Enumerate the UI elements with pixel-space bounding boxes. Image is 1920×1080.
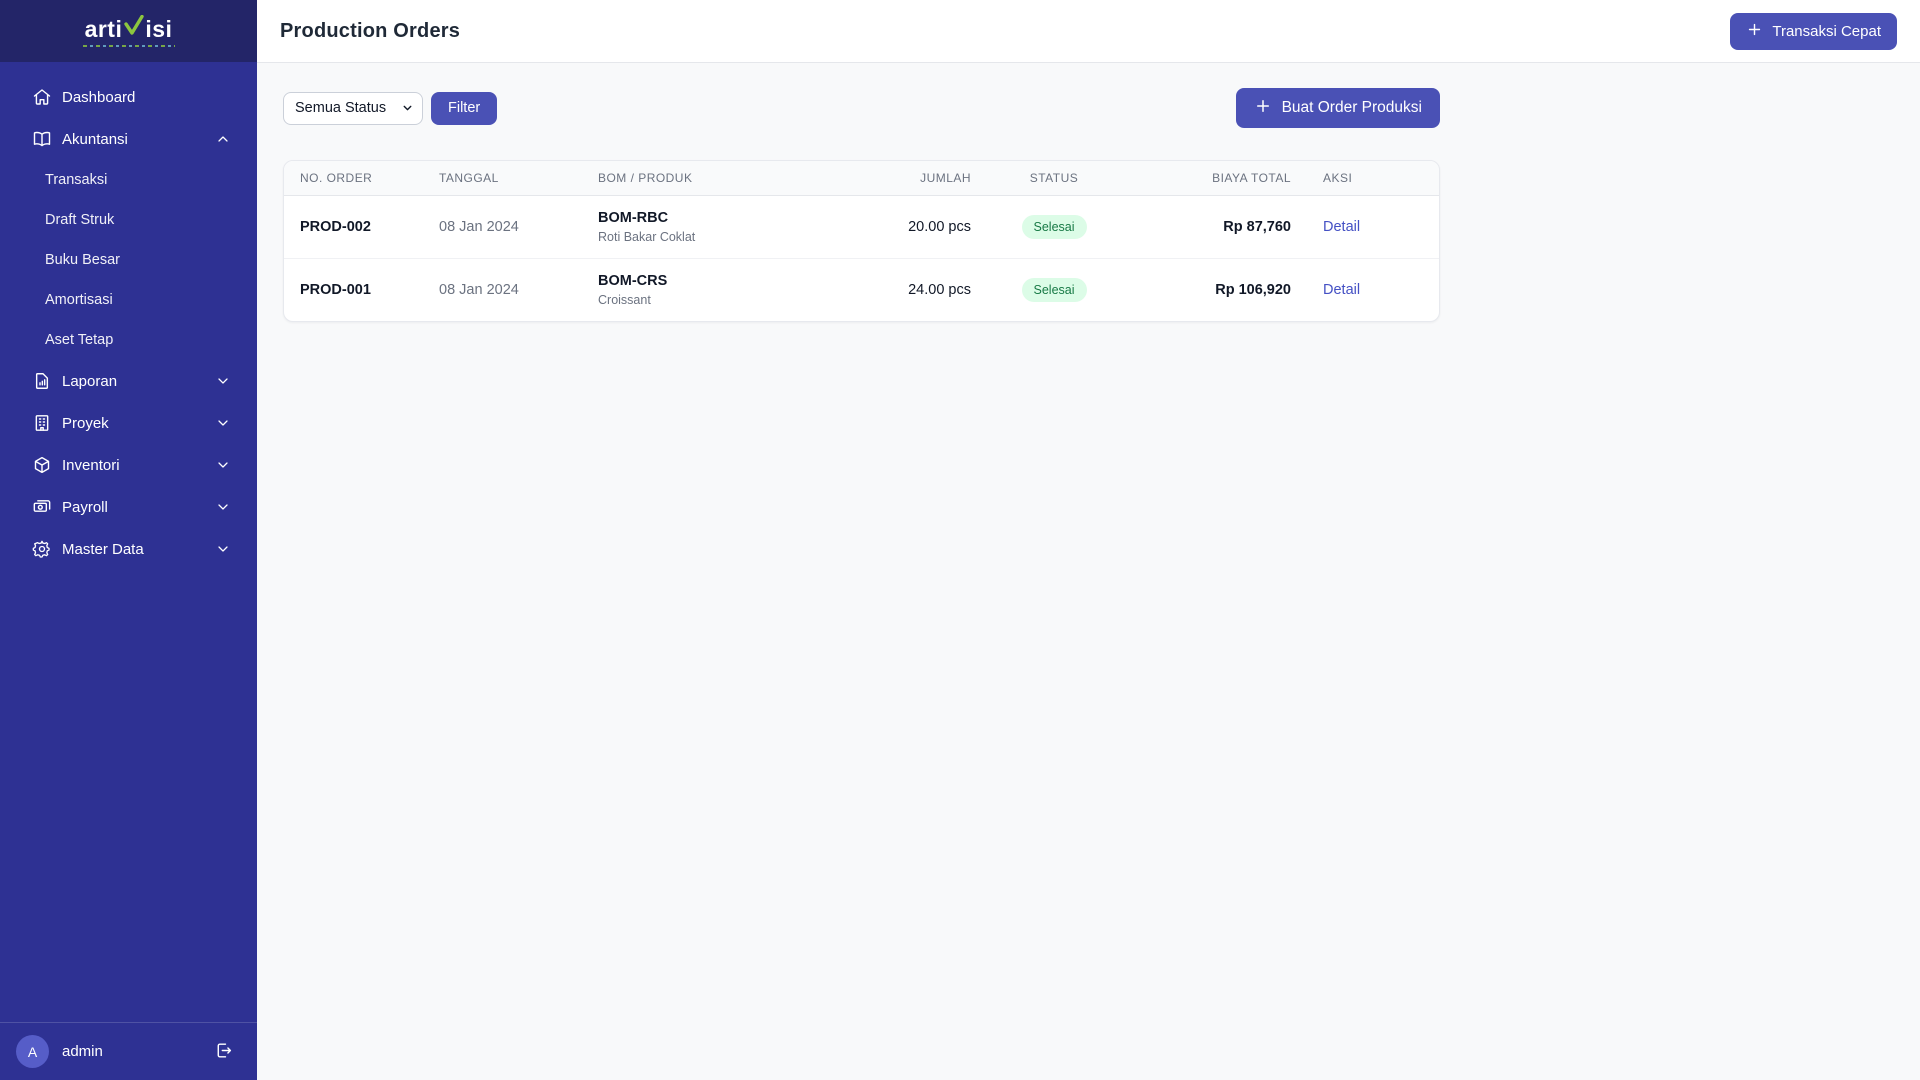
cell-tanggal: 08 Jan 2024	[439, 282, 519, 298]
sidebar: arti isi Dashboard Akuntansi Transaksi D…	[0, 0, 257, 1080]
chevron-down-icon	[215, 415, 231, 431]
sidebar-item-draft-struk[interactable]: Draft Struk	[0, 200, 257, 240]
main-area: Production Orders Transaksi Cepat Semua …	[257, 0, 1920, 1080]
detail-link[interactable]: Detail	[1323, 219, 1360, 235]
cell-biaya-total: Rp 87,760	[1121, 195, 1307, 259]
sidebar-item-transaksi[interactable]: Transaksi	[0, 160, 257, 200]
cube-icon	[32, 455, 52, 475]
produk-name: Roti Bakar Coklat	[598, 230, 696, 244]
page-content: Semua Status Filter Buat Order Produksi …	[257, 63, 1920, 1080]
akuntansi-submenu: Transaksi Draft Struk Buku Besar Amortis…	[0, 160, 257, 360]
toolbar: Semua Status Filter Buat Order Produksi	[283, 88, 1440, 128]
orders-table: NO. ORDER TANGGAL BOM / PRODUK JUMLAH ST…	[284, 161, 1439, 322]
chevron-down-icon	[215, 457, 231, 473]
col-header-biaya-total: BIAYA TOTAL	[1121, 161, 1307, 196]
logo-text: arti isi	[84, 14, 173, 42]
col-header-no-order: NO. ORDER	[284, 161, 423, 196]
cell-aksi: Detail	[1307, 195, 1439, 259]
cell-no-order: PROD-002	[284, 195, 423, 259]
app-logo: arti isi	[0, 0, 257, 62]
bom-code: BOM-RBC	[598, 210, 669, 226]
building-icon	[32, 413, 52, 433]
cell-jumlah: 24.00 pcs	[908, 282, 971, 298]
logout-icon	[214, 1041, 233, 1063]
col-header-tanggal: TANGGAL	[423, 161, 582, 196]
sidebar-item-amortisasi[interactable]: Amortisasi	[0, 280, 257, 320]
logo-part2: isi	[145, 16, 173, 42]
sidebar-item-payroll[interactable]: Payroll	[0, 486, 257, 528]
col-header-jumlah: JUMLAH	[877, 161, 987, 196]
transaksi-cepat-label: Transaksi Cepat	[1772, 22, 1881, 40]
transaksi-cepat-button[interactable]: Transaksi Cepat	[1730, 12, 1897, 50]
logo-part1: arti	[84, 16, 123, 42]
sidebar-item-label: Master Data	[62, 540, 144, 558]
sidebar-item-buku-besar[interactable]: Buku Besar	[0, 240, 257, 280]
app-window: arti isi Dashboard Akuntansi Transaksi D…	[0, 0, 1920, 1080]
col-header-bom-produk: BOM / PRODUK	[582, 161, 877, 196]
bom-code: BOM-CRS	[598, 273, 668, 289]
sidebar-item-label: Proyek	[62, 414, 109, 432]
chevron-down-icon	[215, 373, 231, 389]
table-row: PROD-002 08 Jan 2024 BOM-RBC Roti Bakar …	[284, 195, 1439, 259]
cell-no-order: PROD-001	[300, 282, 371, 298]
banknotes-icon	[32, 497, 52, 517]
gear-icon	[32, 539, 52, 559]
sidebar-item-label: Akuntansi	[62, 130, 128, 148]
username-label: admin	[62, 1043, 103, 1060]
cell-aksi: Detail	[1307, 259, 1439, 322]
logo-tagline	[82, 45, 175, 47]
filter-button[interactable]: Filter	[431, 91, 498, 125]
cell-bom-produk: BOM-RBC Roti Bakar Coklat	[582, 195, 877, 259]
plus-icon	[1746, 21, 1763, 42]
page-title: Production Orders	[280, 19, 461, 42]
cell-jumlah: 20.00 pcs	[877, 195, 987, 259]
sidebar-item-label: Payroll	[62, 498, 108, 516]
sidebar-user-section: A admin	[0, 1022, 257, 1080]
logout-button[interactable]	[214, 1041, 233, 1063]
plus-icon	[1254, 97, 1272, 120]
sidebar-item-akuntansi[interactable]: Akuntansi	[0, 118, 257, 160]
sidebar-item-laporan[interactable]: Laporan	[0, 360, 257, 402]
status-filter-wrap: Semua Status	[283, 91, 423, 125]
sidebar-item-dashboard[interactable]: Dashboard	[0, 76, 257, 118]
table-row: PROD-001 08 Jan 2024 BOM-CRS Croissant 2…	[284, 259, 1439, 322]
detail-link[interactable]: Detail	[1323, 282, 1360, 298]
top-header: Production Orders Transaksi Cepat	[257, 0, 1920, 63]
sidebar-item-aset-tetap[interactable]: Aset Tetap	[0, 320, 257, 360]
sidebar-item-label: Inventori	[62, 456, 120, 474]
col-header-aksi: AKSI	[1307, 161, 1439, 196]
sidebar-item-inventori[interactable]: Inventori	[0, 444, 257, 486]
status-badge: Selesai	[1021, 277, 1087, 303]
orders-table-card: NO. ORDER TANGGAL BOM / PRODUK JUMLAH ST…	[283, 160, 1440, 322]
sidebar-item-label: Dashboard	[62, 88, 136, 106]
table-header-row: NO. ORDER TANGGAL BOM / PRODUK JUMLAH ST…	[284, 161, 1439, 196]
cell-tanggal: 08 Jan 2024	[423, 195, 582, 259]
status-filter-select[interactable]: Semua Status	[283, 91, 423, 125]
status-badge: Selesai	[1021, 214, 1087, 240]
cell-status: Selesai	[987, 195, 1121, 259]
chevron-down-icon	[215, 541, 231, 557]
buat-order-produksi-button[interactable]: Buat Order Produksi	[1235, 88, 1440, 128]
sidebar-item-master-data[interactable]: Master Data	[0, 528, 257, 570]
orders-tbody: PROD-002 08 Jan 2024 BOM-RBC Roti Bakar …	[284, 195, 1439, 322]
produk-name: Croissant	[598, 293, 651, 307]
avatar: A	[16, 1035, 49, 1068]
cell-bom-produk: BOM-CRS Croissant	[582, 259, 877, 322]
home-icon	[32, 87, 52, 107]
logo-check-icon	[124, 14, 145, 40]
chevron-up-icon	[215, 131, 231, 147]
cell-biaya-total: Rp 106,920	[1215, 282, 1291, 298]
sidebar-item-label: Laporan	[62, 372, 118, 390]
sidebar-nav: Dashboard Akuntansi Transaksi Draft Stru…	[0, 62, 257, 1022]
sidebar-item-proyek[interactable]: Proyek	[0, 402, 257, 444]
document-chart-icon	[32, 371, 52, 391]
cell-status: Selesai	[987, 259, 1121, 322]
buat-order-produksi-label: Buat Order Produksi	[1281, 99, 1422, 116]
chevron-down-icon	[215, 499, 231, 515]
book-open-icon	[32, 129, 52, 149]
col-header-status: STATUS	[987, 161, 1121, 196]
